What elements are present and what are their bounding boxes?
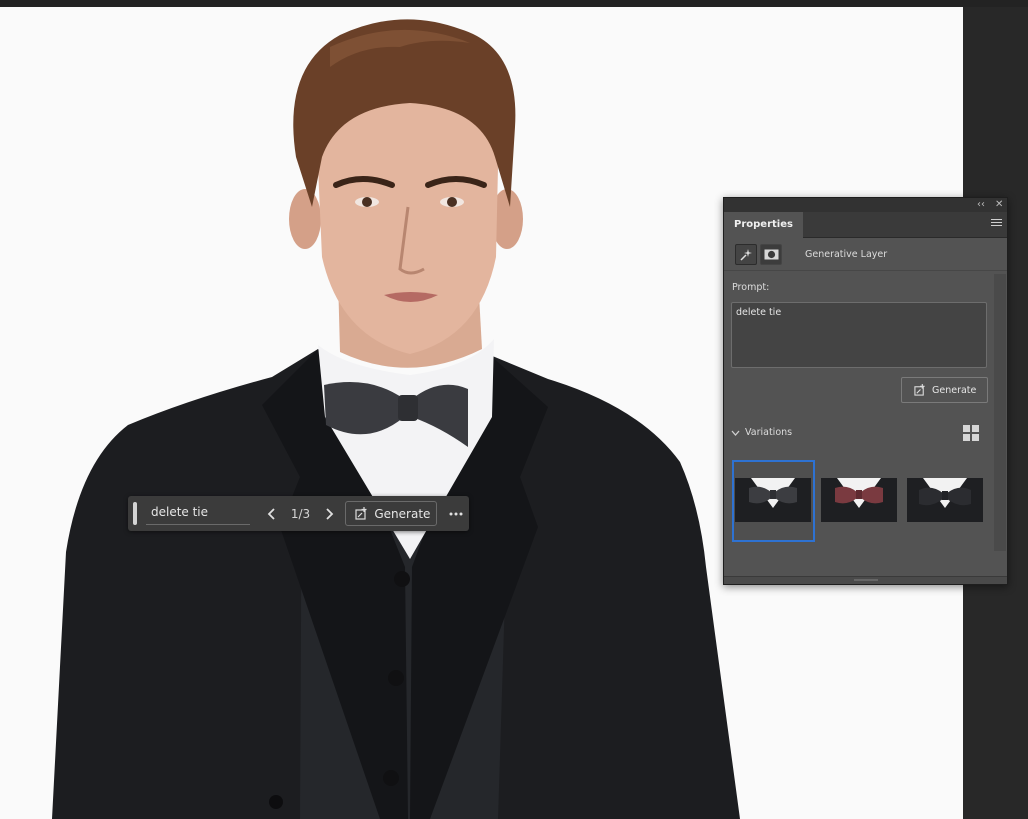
variations-header[interactable]: Variations [731,427,792,438]
drag-handle[interactable] [133,502,137,525]
chevron-right-icon [326,507,334,520]
taskbar-generate-label: Generate [374,506,431,521]
panel-tab-bar: Properties [724,212,1007,238]
generative-layer-thumb[interactable] [735,243,757,265]
hamburger-menu-icon[interactable] [991,219,1002,229]
layer-type-label: Generative Layer [805,248,888,260]
variation-thumb-2[interactable] [821,478,897,522]
panel-generate-button[interactable]: Generate [901,377,988,403]
properties-panel: ‹‹ ✕ Properties Generative Layer Prompt: [723,197,1008,585]
layer-mask-thumb[interactable] [760,243,782,265]
layer-type-row: Generative Layer [724,238,1007,271]
panel-generate-label: Generate [932,384,977,396]
panel-title-bar: ‹‹ ✕ [724,198,1007,212]
more-horizontal-icon [449,512,463,515]
generate-icon [355,507,367,520]
generate-icon [914,384,925,396]
chevron-left-icon [267,507,275,520]
taskbar-generate-button[interactable]: Generate [345,501,438,526]
panel-scrollbar[interactable] [994,274,1006,551]
workspace: delete tie 1/3 Generate ‹‹ ✕ Properties … [0,0,1028,819]
close-icon[interactable]: ✕ [995,199,1003,211]
grid-view-icon[interactable] [963,425,980,442]
variations-label: Variations [745,427,793,438]
next-variation-button[interactable] [317,502,341,526]
tab-properties[interactable]: Properties [724,212,803,238]
previous-variation-button[interactable] [260,502,284,526]
variation-counter: 1/3 [290,506,311,521]
variation-thumb-3[interactable] [907,478,983,522]
mask-icon [764,249,778,259]
double-chevron-left-icon[interactable]: ‹‹ [977,199,985,211]
chevron-down-icon [731,430,740,436]
contextual-task-bar: delete tie 1/3 Generate [128,496,469,531]
panel-resize-handle[interactable] [724,576,1007,584]
prompt-input[interactable]: delete tie [145,502,250,525]
top-bar [0,0,1028,7]
prompt-textarea[interactable]: delete tie [731,302,987,368]
prompt-label: Prompt: [732,282,770,293]
generative-sparkle-icon [739,248,752,261]
more-options-button[interactable] [443,502,469,526]
variation-thumb-1[interactable] [735,478,811,522]
